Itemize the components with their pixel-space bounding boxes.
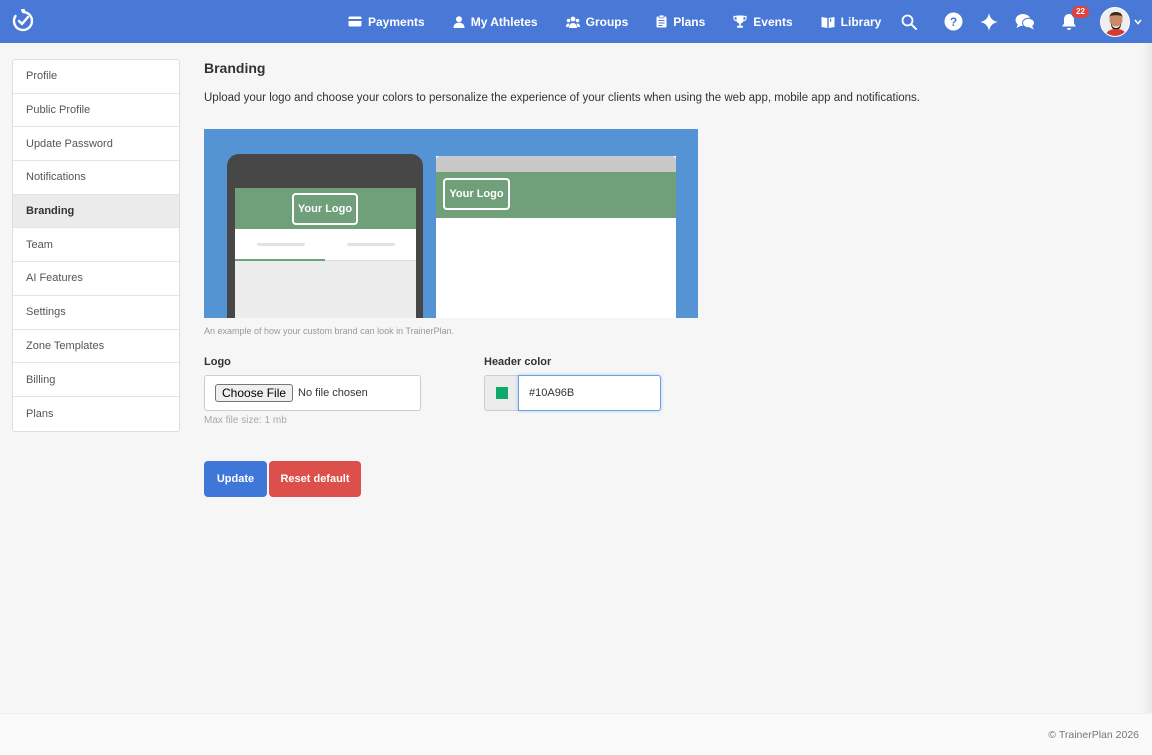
user-avatar[interactable]	[1100, 6, 1130, 37]
reset-default-button[interactable]: Reset default	[269, 461, 361, 497]
sidebar-item-label: Zone Templates	[26, 339, 105, 352]
phone-screen: Your Logo	[235, 188, 416, 318]
notifications-bell-icon[interactable]: 22	[1058, 4, 1090, 33]
credit-card-icon	[348, 16, 362, 27]
nav-plans-label: Plans	[673, 14, 706, 29]
header-color-input[interactable]	[518, 375, 661, 411]
sidebar-item-notifications[interactable]: Notifications	[13, 161, 179, 195]
sidebar-item-update-password[interactable]: Update Password	[13, 127, 179, 162]
sidebar-item-label: Settings	[26, 306, 66, 319]
phone-header: Your Logo	[235, 188, 416, 229]
phone-tabs	[235, 229, 416, 261]
nav-groups[interactable]: Groups	[565, 14, 629, 29]
sidebar-item-team[interactable]: Team	[13, 228, 179, 263]
tab-active-indicator	[235, 259, 325, 261]
header-color-field	[484, 375, 661, 411]
nav-my-athletes[interactable]: My Athletes	[453, 15, 538, 29]
top-navbar: Payments My Athletes Groups Plans Events…	[0, 0, 1152, 43]
browser-mockup: Your Logo	[436, 156, 676, 318]
update-button[interactable]: Update	[204, 461, 267, 497]
help-icon[interactable]: ?	[942, 11, 964, 33]
color-swatch	[495, 387, 508, 399]
sidebar-item-plans[interactable]: Plans	[13, 397, 179, 431]
page-description: Upload your logo and choose your colors …	[204, 92, 920, 104]
nav-events-label: Events	[753, 14, 793, 29]
sidebar-item-label: Plans	[26, 407, 54, 420]
nav-payments-label: Payments	[368, 14, 425, 29]
sidebar-item-label: Update Password	[26, 137, 113, 150]
logo-help-text: Max file size: 1 mb	[204, 415, 287, 426]
logo-label: Logo	[204, 356, 231, 368]
sidebar-item-label: Notifications	[26, 171, 86, 184]
clipboard-icon	[656, 15, 667, 28]
nav-events[interactable]: Events	[733, 14, 793, 29]
sidebar-item-label: Branding	[26, 205, 75, 218]
nav-plans[interactable]: Plans	[656, 15, 705, 29]
sidebar-item-label: Billing	[26, 373, 56, 386]
sidebar-item-zone-templates[interactable]: Zone Templates	[13, 330, 179, 364]
phone-mockup: Your Logo	[227, 154, 423, 318]
logo-file-input[interactable]: Choose File No file chosen	[204, 375, 421, 411]
nav-payments[interactable]: Payments	[348, 15, 425, 29]
sidebar-item-branding[interactable]: Branding	[13, 194, 179, 229]
sidebar-item-settings[interactable]: Settings	[13, 296, 179, 330]
user-icon	[453, 15, 465, 28]
book-icon	[821, 16, 835, 28]
copyright-text: © TrainerPlan 2026	[1048, 729, 1139, 741]
svg-text:?: ?	[949, 15, 956, 29]
notification-count-badge: 22	[1071, 4, 1090, 19]
footer: © TrainerPlan 2026	[0, 713, 1152, 755]
browser-header: Your Logo	[436, 172, 676, 218]
nav-groups-label: Groups	[585, 14, 629, 29]
settings-sidebar: Profile Public Profile Update Password N…	[12, 59, 180, 432]
sidebar-item-profile[interactable]: Profile	[13, 60, 179, 94]
sidebar-item-public-profile[interactable]: Public Profile	[13, 94, 179, 128]
sidebar-item-label: Profile	[26, 70, 58, 83]
sidebar-item-label: Team	[26, 238, 53, 251]
sparkle-ai-icon[interactable]	[978, 11, 1000, 33]
sidebar-item-label: AI Features	[26, 272, 83, 285]
group-icon	[565, 16, 580, 28]
app-logo-icon[interactable]	[11, 9, 35, 33]
preview-caption: An example of how your custom brand can …	[204, 326, 455, 336]
tab-line	[257, 243, 305, 246]
tab-line	[347, 243, 395, 246]
search-icon[interactable]	[898, 11, 920, 33]
trophy-icon	[733, 15, 747, 28]
sidebar-item-label: Public Profile	[26, 104, 91, 117]
phone-logo-placeholder: Your Logo	[292, 193, 358, 225]
file-status: No file chosen	[298, 387, 368, 399]
browser-logo-placeholder: Your Logo	[443, 178, 510, 210]
color-swatch-button[interactable]	[484, 375, 518, 411]
nav-library-label: Library	[840, 14, 882, 29]
nav-actions: ? 22	[898, 0, 1142, 43]
page-title: Branding	[204, 60, 266, 76]
nav-my-athletes-label: My Athletes	[470, 14, 538, 29]
choose-file-button[interactable]: Choose File	[215, 384, 294, 402]
scrollbar-track[interactable]	[1142, 43, 1152, 755]
main-nav: Payments My Athletes Groups Plans Events…	[348, 0, 909, 43]
header-color-label: Header color	[484, 356, 552, 368]
brand-preview-image: Your Logo Your Logo	[204, 129, 698, 318]
chevron-down-icon[interactable]	[1134, 18, 1142, 25]
sidebar-item-ai-features[interactable]: AI Features	[13, 262, 179, 296]
browser-bar	[436, 156, 676, 172]
nav-library[interactable]: Library	[821, 14, 882, 29]
sidebar-item-billing[interactable]: Billing	[13, 363, 179, 397]
chat-icon[interactable]	[1014, 11, 1036, 33]
